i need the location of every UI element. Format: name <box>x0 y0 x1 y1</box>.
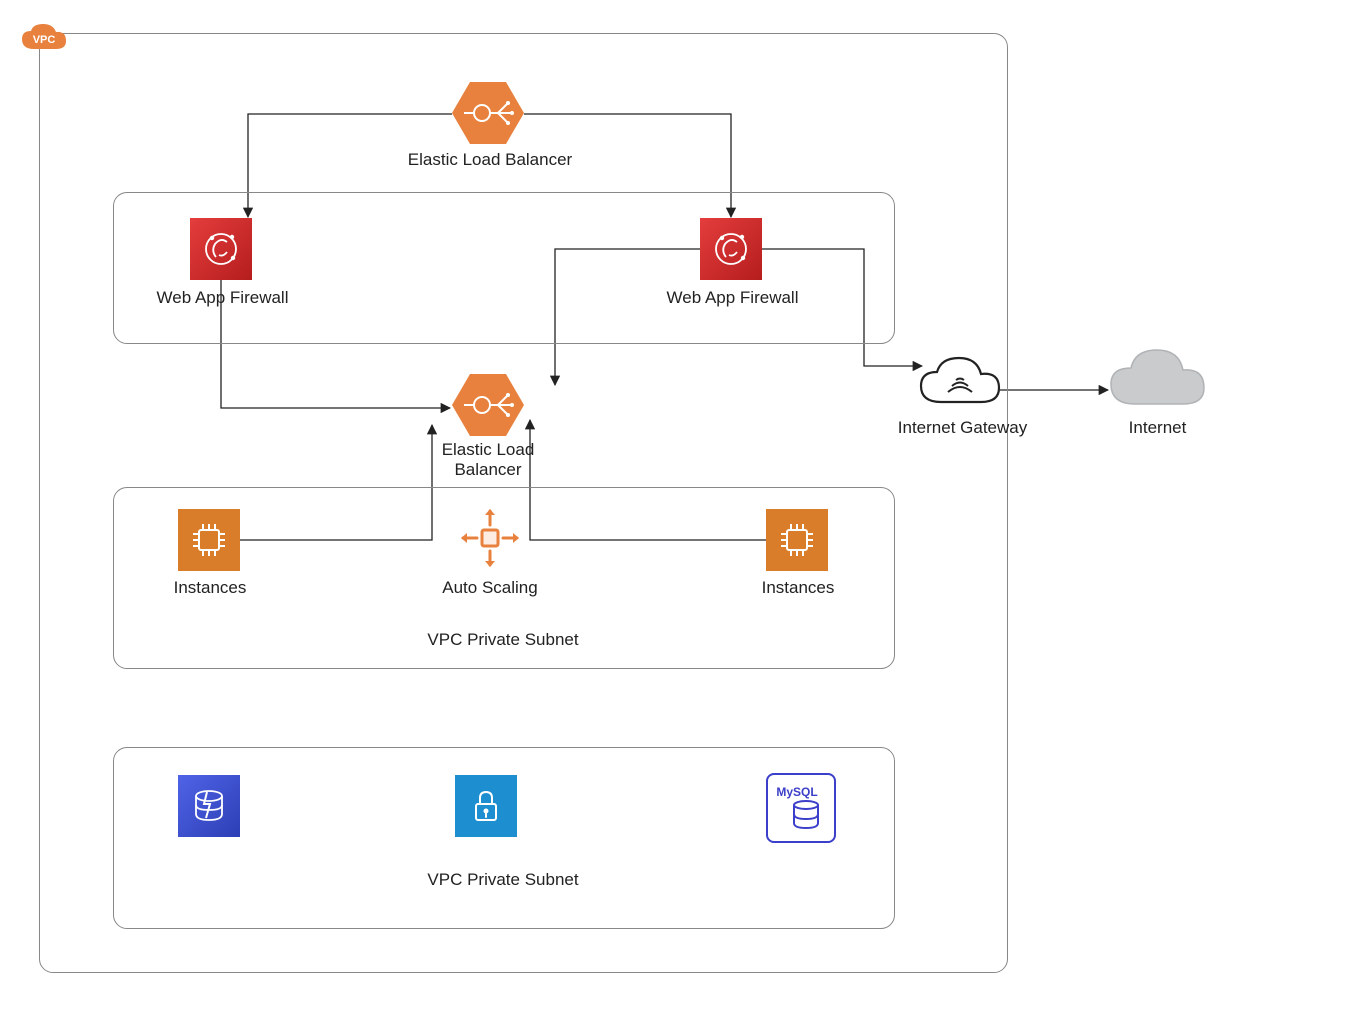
elasticache-icon <box>178 775 240 837</box>
instances-right-icon <box>766 509 828 571</box>
elb-top-icon <box>452 82 524 144</box>
internet-gateway-icon <box>915 350 1005 415</box>
instances-right-label: Instances <box>728 578 868 598</box>
mysql-icon: MySQL <box>766 773 836 843</box>
instances-left-icon <box>178 509 240 571</box>
waf-left-icon <box>190 218 252 280</box>
internet-icon <box>1105 342 1210 417</box>
mysql-text: MySQL <box>776 785 817 799</box>
elb-mid-icon <box>452 374 524 436</box>
subnet-bottom-label: VPC Private Subnet <box>378 870 628 890</box>
internet-gateway-label: Internet Gateway <box>885 418 1040 438</box>
subnet-mid-label: VPC Private Subnet <box>378 630 628 650</box>
elb-top-label: Elastic Load Balancer <box>390 150 590 170</box>
waf-left-label: Web App Firewall <box>135 288 310 308</box>
autoscaling-label: Auto Scaling <box>420 578 560 598</box>
diagram-canvas: VPC Elastic Load Balancer Web App Firewa… <box>0 0 1351 1011</box>
vpc-badge-icon: VPC <box>19 21 69 55</box>
instances-left-label: Instances <box>140 578 280 598</box>
elb-mid-label: Elastic Load Balancer <box>423 440 553 480</box>
waf-right-icon <box>700 218 762 280</box>
internet-label: Internet <box>1105 418 1210 438</box>
lock-icon <box>455 775 517 837</box>
vpc-badge-text: VPC <box>33 34 56 46</box>
waf-right-label: Web App Firewall <box>645 288 820 308</box>
autoscaling-icon <box>455 503 525 573</box>
